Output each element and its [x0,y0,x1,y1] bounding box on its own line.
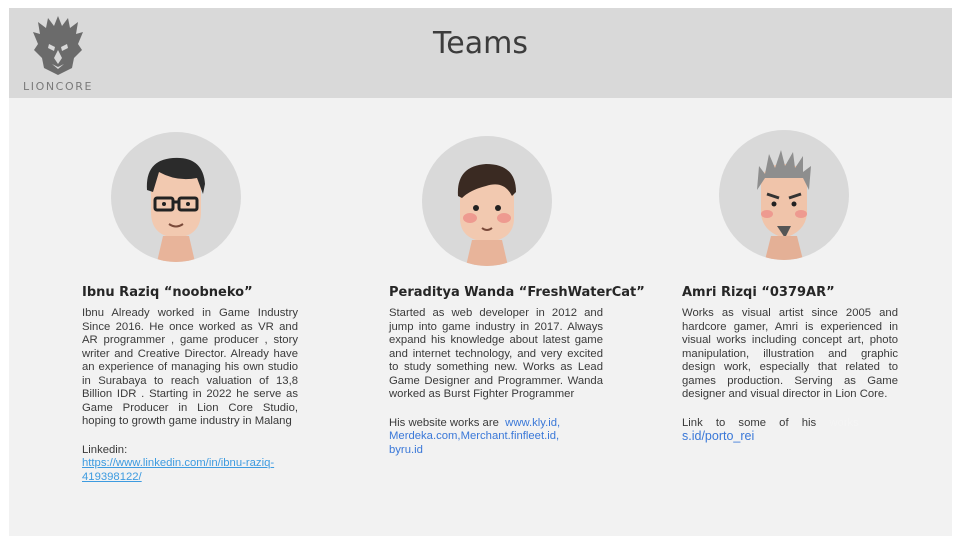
member-bio-amri: Works as visual artist since 2005 and ha… [682,307,898,444]
website-link-merdeka-finfleet[interactable]: Merdeka.com,Merchant.finfleet.id, [389,430,559,442]
slide: LIONCORE Teams Ibnu Raziq “noobneko” Ibn… [9,8,952,536]
page-title: Teams [433,26,528,61]
member-bio-wanda: Started as web developer in 2012 and jum… [389,307,603,457]
member-bio-ibnu: Ibnu Already worked in Game Industry Sin… [82,307,298,484]
logo-text: LIONCORE [23,80,93,93]
face-spiky-icon [757,150,811,260]
avatar-amri [719,130,849,260]
header-bar: LIONCORE Teams [9,8,952,98]
linkedin-link[interactable]: https://www.linkedin.com/in/ibnu-raziq- 4… [82,457,274,483]
portfolio-label: Link to some of his [682,416,817,429]
bio-text: Started as web developer in 2012 and jum… [389,307,603,400]
face-smile-icon [457,164,516,266]
bio-text: Ibnu Already worked in Game Industry Sin… [82,307,298,427]
member-name-amri: Amri Rizqi “0379AR” [682,285,835,300]
website-label: His website works are [389,416,499,429]
linkedin-label: Linkedin: [82,443,128,456]
avatar-wanda [422,136,552,266]
face-glasses-icon [146,157,205,262]
member-name-ibnu: Ibnu Raziq “noobneko” [82,285,253,300]
bio-text: Works as visual artist since 2005 and ha… [682,307,898,400]
website-link-byru[interactable]: byru.id [389,444,423,456]
avatar-ibnu [111,132,241,262]
portfolio-faint-text: works [829,416,859,429]
website-link-kly[interactable]: www.kly.id, [505,417,560,429]
portfolio-link[interactable]: s.id/porto_rei [682,429,754,443]
member-name-wanda: Peraditya Wanda “FreshWaterCat” [389,285,645,300]
